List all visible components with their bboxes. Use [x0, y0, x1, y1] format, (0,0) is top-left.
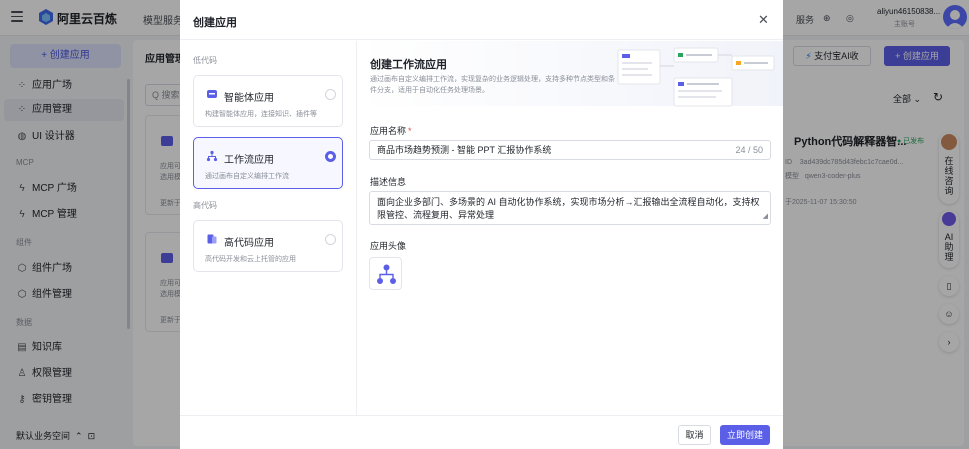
option-high-code-app[interactable]: 高代码应用 高代码开发和云上托管的应用 — [193, 220, 343, 272]
app-name-value: 商品市场趋势预测 - 智能 PPT 汇报协作系统 — [377, 145, 552, 155]
high-code-label: 高代码 — [193, 201, 217, 210]
radio-workflow-app[interactable] — [325, 151, 336, 162]
app-avatar-picker[interactable] — [369, 257, 402, 290]
app-name-label: 应用名称 * — [370, 126, 412, 136]
agent-icon — [207, 90, 217, 98]
app-avatar-label: 应用头像 — [370, 241, 407, 251]
intro-title: 创建工作流应用 — [370, 59, 447, 71]
app-form: 创建工作流应用 通过画布自定义编排工作流，实现复杂的业务逻辑处理，支持多种节点类… — [358, 41, 783, 415]
description-label: 描述信息 — [370, 177, 407, 187]
resize-handle-icon[interactable]: ◢ — [763, 210, 768, 223]
app-name-input[interactable]: 商品市场趋势预测 - 智能 PPT 汇报协作系统 24 / 50 — [369, 140, 771, 160]
intro-desc: 通过画布自定义编排工作流，实现复杂的业务逻辑处理，支持多种节点类型和条件分支，适… — [370, 76, 615, 94]
app-type-list: 低代码 智能体应用 构建智能体应用，连接知识、插件等 工作流应用 通过画布自定义… — [180, 41, 357, 415]
option-title: 工作流应用 — [224, 155, 274, 166]
cancel-button[interactable]: 取消 — [678, 425, 711, 445]
create-app-dialog: 创建应用 ✕ 低代码 智能体应用 构建智能体应用，连接知识、插件等 工作流应用 … — [180, 0, 783, 449]
workflow-intro: 创建工作流应用 通过画布自定义编排工作流，实现复杂的业务逻辑处理，支持多种节点类… — [358, 41, 783, 107]
high-code-icon — [207, 234, 217, 244]
low-code-label: 低代码 — [193, 56, 217, 65]
required-marker: * — [408, 126, 412, 136]
option-desc: 高代码开发和云上托管的应用 — [205, 256, 296, 263]
close-icon[interactable]: ✕ — [758, 12, 769, 28]
char-count: 24 / 50 — [735, 145, 763, 155]
dialog-title: 创建应用 — [193, 17, 237, 29]
workflow-icon — [206, 150, 218, 162]
radio-agent-app[interactable] — [325, 89, 336, 100]
option-desc: 通过画布自定义编排工作流 — [205, 173, 289, 180]
workflow-avatar-icon — [377, 264, 396, 284]
option-desc: 构建智能体应用，连接知识、插件等 — [205, 111, 317, 118]
dialog-footer: 取消 立即创建 — [180, 415, 783, 449]
radio-high-code-app[interactable] — [325, 234, 336, 245]
option-title: 智能体应用 — [224, 93, 274, 104]
create-now-button[interactable]: 立即创建 — [720, 425, 770, 445]
option-agent-app[interactable]: 智能体应用 构建智能体应用，连接知识、插件等 — [193, 75, 343, 127]
workflow-illustration — [617, 47, 775, 107]
dialog-header: 创建应用 ✕ — [180, 0, 783, 40]
description-textarea[interactable]: 面向企业多部门、多场景的 AI 自动化协作系统，实现市场分析→汇报输出全流程自动… — [369, 191, 771, 225]
option-workflow-app[interactable]: 工作流应用 通过画布自定义编排工作流 — [193, 137, 343, 189]
description-value: 面向企业多部门、多场景的 AI 自动化协作系统，实现市场分析→汇报输出全流程自动… — [377, 197, 760, 220]
option-title: 高代码应用 — [224, 238, 274, 249]
